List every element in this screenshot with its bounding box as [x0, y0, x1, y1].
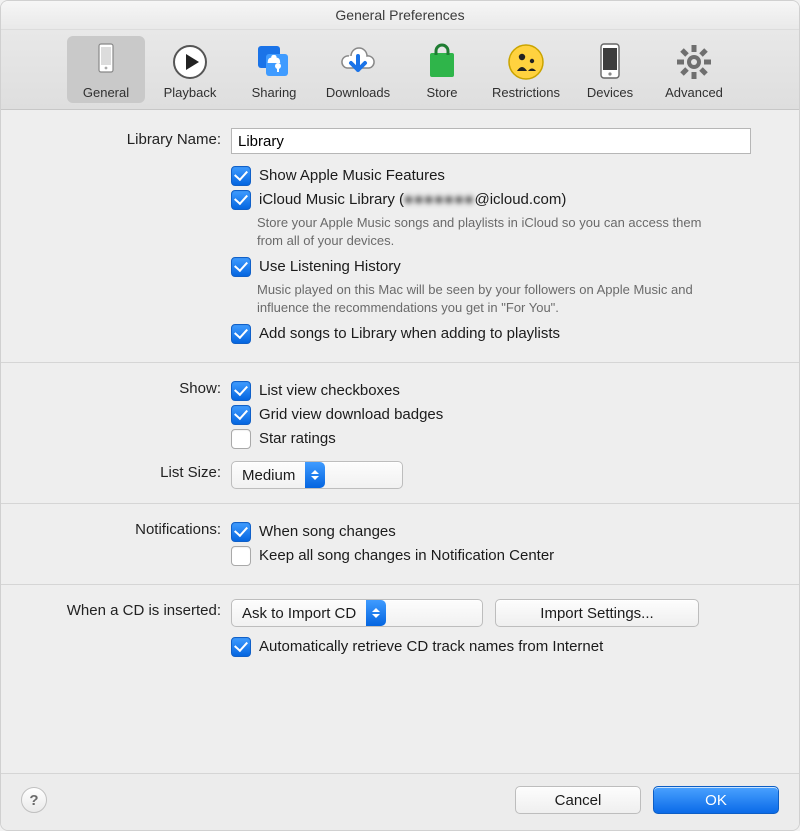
window-title: General Preferences: [1, 1, 799, 30]
show-label: Show:: [31, 377, 231, 397]
tab-label: Advanced: [655, 85, 733, 100]
preferences-toolbar: General Playback Sharing: [1, 30, 799, 110]
select-value: Medium: [242, 467, 305, 484]
cancel-button[interactable]: Cancel: [515, 786, 641, 814]
icloud-label-suffix: @icloud.com): [474, 191, 566, 208]
bag-icon: [403, 40, 481, 84]
tab-advanced[interactable]: Advanced: [655, 36, 733, 103]
checkbox-icon: [231, 190, 251, 210]
tab-general[interactable]: General: [67, 36, 145, 103]
keep-song-changes-checkbox[interactable]: Keep all song changes in Notification Ce…: [231, 546, 751, 566]
list-size-select[interactable]: Medium: [231, 461, 403, 489]
cd-inserted-label: When a CD is inserted:: [31, 599, 231, 619]
divider: [1, 584, 799, 585]
dialog-footer: ? Cancel OK: [1, 773, 799, 830]
grid-download-badges-checkbox[interactable]: Grid view download badges: [231, 405, 751, 425]
checkbox-label: Keep all song changes in Notification Ce…: [259, 546, 554, 566]
checkbox-label: Star ratings: [259, 429, 336, 449]
checkbox-icon: [231, 381, 251, 401]
gear-icon: [655, 40, 733, 84]
checkbox-label: When song changes: [259, 522, 396, 542]
tab-label: Downloads: [319, 85, 397, 100]
tab-restrictions[interactable]: Restrictions: [487, 36, 565, 103]
tab-label: Playback: [151, 85, 229, 100]
checkbox-icon: [231, 166, 251, 186]
checkbox-icon: [231, 405, 251, 425]
device-icon: [571, 40, 649, 84]
tab-sharing[interactable]: Sharing: [235, 36, 313, 103]
icloud-label-prefix: iCloud Music Library (: [259, 191, 404, 208]
icloud-music-library-checkbox[interactable]: iCloud Music Library (●●●●●●●@icloud.com…: [231, 190, 751, 210]
library-name-input[interactable]: [231, 128, 751, 154]
checkbox-icon: [231, 522, 251, 542]
checkbox-label: Add songs to Library when adding to play…: [259, 324, 560, 344]
checkbox-label: Automatically retrieve CD track names fr…: [259, 637, 603, 657]
listening-history-description: Music played on this Mac will be seen by…: [257, 281, 727, 316]
preferences-window: General Preferences General Playback: [0, 0, 800, 831]
list-size-label: List Size:: [31, 461, 231, 481]
divider: [1, 503, 799, 504]
help-button[interactable]: ?: [21, 787, 47, 813]
show-apple-music-checkbox[interactable]: Show Apple Music Features: [231, 166, 751, 186]
library-name-label: Library Name:: [31, 128, 231, 148]
download-cloud-icon: [319, 40, 397, 84]
checkbox-label: List view checkboxes: [259, 381, 400, 401]
cd-action-select[interactable]: Ask to Import CD: [231, 599, 483, 627]
tab-label: Store: [403, 85, 481, 100]
tab-label: Devices: [571, 85, 649, 100]
tab-label: General: [67, 85, 145, 100]
add-songs-to-library-checkbox[interactable]: Add songs to Library when adding to play…: [231, 324, 751, 344]
checkbox-icon: [231, 324, 251, 344]
tab-downloads[interactable]: Downloads: [319, 36, 397, 103]
checkbox-label: Use Listening History: [259, 257, 401, 277]
redacted-account: ●●●●●●●: [404, 191, 474, 208]
tab-playback[interactable]: Playback: [151, 36, 229, 103]
auto-retrieve-track-names-checkbox[interactable]: Automatically retrieve CD track names fr…: [231, 637, 751, 657]
tab-label: Sharing: [235, 85, 313, 100]
star-ratings-checkbox[interactable]: Star ratings: [231, 429, 751, 449]
chevron-updown-icon: [305, 462, 325, 488]
import-settings-button[interactable]: Import Settings...: [495, 599, 699, 627]
checkbox-label: Show Apple Music Features: [259, 166, 445, 186]
parental-icon: [487, 40, 565, 84]
sharing-icon: [235, 40, 313, 84]
notifications-label: Notifications:: [31, 518, 231, 538]
tab-label: Restrictions: [487, 85, 565, 100]
checkbox-icon: [231, 546, 251, 566]
device-phone-icon: [67, 40, 145, 84]
checkbox-icon: [231, 637, 251, 657]
checkbox-icon: [231, 257, 251, 277]
ok-button[interactable]: OK: [653, 786, 779, 814]
play-icon: [151, 40, 229, 84]
checkbox-label: Grid view download badges: [259, 405, 443, 425]
when-song-changes-checkbox[interactable]: When song changes: [231, 522, 751, 542]
checkbox-icon: [231, 429, 251, 449]
select-value: Ask to Import CD: [242, 605, 366, 622]
checkbox-label: iCloud Music Library (●●●●●●●@icloud.com…: [259, 190, 566, 210]
tab-devices[interactable]: Devices: [571, 36, 649, 103]
tab-store[interactable]: Store: [403, 36, 481, 103]
list-view-checkboxes-checkbox[interactable]: List view checkboxes: [231, 381, 751, 401]
general-pane: Library Name: Show Apple Music Features …: [1, 110, 799, 773]
icloud-music-library-description: Store your Apple Music songs and playlis…: [257, 214, 727, 249]
divider: [1, 362, 799, 363]
use-listening-history-checkbox[interactable]: Use Listening History: [231, 257, 751, 277]
chevron-updown-icon: [366, 600, 386, 626]
